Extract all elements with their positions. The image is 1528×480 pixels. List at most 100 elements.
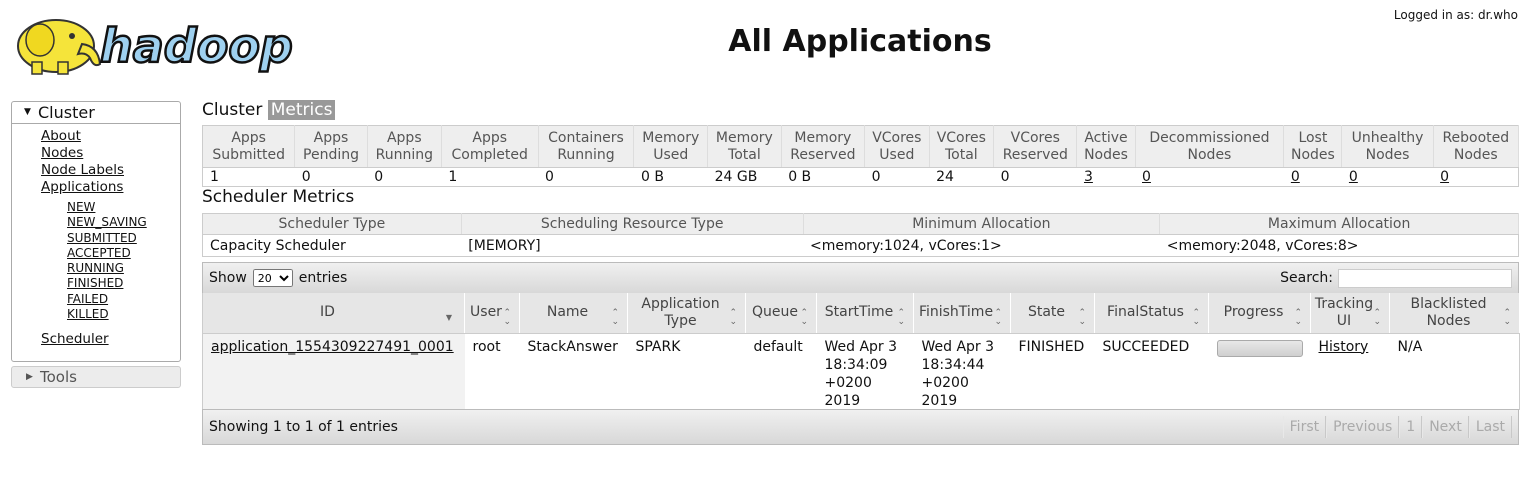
metric-header-decommissioned-nodes: Decommissioned Nodes	[1135, 125, 1285, 168]
metric-value-memory-total: 24 GB	[714, 169, 758, 185]
metric-link-rebooted-nodes[interactable]: 0	[1440, 169, 1449, 185]
metric-value-vcores-used: 0	[871, 169, 881, 185]
triangle-down-icon: ▼	[24, 107, 31, 117]
tools-accordion-header[interactable]: ▶ Tools	[11, 366, 181, 388]
column-header-id[interactable]: ID ▼	[202, 293, 465, 334]
pagination: First Previous 1 Next Last	[1282, 416, 1512, 438]
metric-value-decommissioned-nodes[interactable]: 0	[1135, 168, 1284, 187]
metric-header-vcores-used: VCores Used	[864, 125, 930, 168]
column-header-blacklisted-nodes[interactable]: Blacklisted Nodes ⌃ ⌄	[1389, 293, 1520, 334]
sort-desc-icon: ▼	[445, 313, 452, 322]
pager-last-button[interactable]: Last	[1468, 416, 1512, 438]
metric-value-rebooted-nodes[interactable]: 0	[1433, 168, 1518, 187]
metric-link-unhealthy-nodes[interactable]: 0	[1349, 169, 1358, 185]
metric-link-active-nodes[interactable]: 3	[1084, 169, 1093, 185]
metric-link-decommissioned-nodes[interactable]: 0	[1142, 169, 1151, 185]
nav-about-link[interactable]: About	[41, 128, 81, 144]
column-header-user[interactable]: User ⌃ ⌄	[464, 293, 520, 334]
column-header-queue[interactable]: Queue ⌃ ⌄	[745, 293, 817, 334]
metric-link-lost-nodes[interactable]: 0	[1291, 169, 1300, 185]
nav-nodes-link[interactable]: Nodes	[41, 145, 83, 161]
metric-value-lost-nodes[interactable]: 0	[1284, 168, 1342, 187]
metric-value-active-nodes[interactable]: 3	[1077, 168, 1135, 187]
sched-cell-max: <memory:2048, vCores:8>	[1166, 237, 1359, 254]
cell-final-status: SUCCEEDED	[1102, 338, 1190, 355]
metric-value-unhealthy-nodes[interactable]: 0	[1342, 168, 1433, 187]
cell-progress	[1209, 333, 1311, 410]
cell-application-type: SPARK	[635, 338, 681, 355]
column-header-progress[interactable]: Progress ⌃ ⌄	[1208, 293, 1311, 334]
search-input[interactable]	[1338, 268, 1512, 288]
sort-both-icon: ⌃ ⌄	[1192, 307, 1200, 327]
cluster-metrics-table: Apps Submitted Apps Pending Apps Running Apps C…	[202, 125, 1520, 187]
cluster-metrics-row: 1 0 0 1 0 0 B 24 GB 0 B 0 24 0 3 0 0 0 0	[203, 168, 1519, 187]
column-header-finalstatus[interactable]: FinalStatus ⌃ ⌄	[1094, 293, 1209, 334]
cell-finish-time: Wed Apr 3 18:34:44 +0200 2019	[921, 338, 995, 409]
sort-both-icon: ⌃ ⌄	[1503, 307, 1511, 327]
metric-value-apps-running: 0	[374, 169, 384, 185]
metric-value-apps-submitted: 1	[210, 169, 219, 185]
applications-table: ID ▼ User ⌃ ⌄ Name ⌃ ⌄ Application Type ⌃ ⌄ Queue ⌃ ⌄ S…	[202, 293, 1520, 410]
show-label: Show	[209, 270, 247, 286]
nav-state-accepted-link[interactable]: ACCEPTED	[67, 246, 131, 260]
elephant-icon	[17, 19, 102, 75]
column-header-starttime[interactable]: StartTime ⌃ ⌄	[816, 293, 914, 334]
sort-both-icon: ⌃ ⌄	[503, 307, 511, 327]
cluster-metrics-title-b: Metrics	[267, 100, 336, 120]
pager-page-1-button[interactable]: 1	[1399, 416, 1423, 438]
pager-next-button[interactable]: Next	[1422, 416, 1469, 438]
cluster-metrics-title-a: Cluster	[202, 100, 263, 120]
cluster-metrics-title: Cluster Metrics	[202, 100, 336, 120]
column-header-application-type[interactable]: Application Type ⌃ ⌄	[627, 293, 746, 334]
pager-previous-button[interactable]: Previous	[1326, 416, 1400, 438]
metric-value-apps-completed: 1	[448, 169, 458, 185]
tracking-history-link[interactable]: History	[1319, 339, 1369, 355]
column-header-finishtime[interactable]: FinishTime ⌃ ⌄	[913, 293, 1011, 334]
cluster-accordion-header[interactable]: ▼ Cluster	[12, 102, 180, 124]
cell-state: FINISHED	[1018, 338, 1085, 355]
datatable-footer: Showing 1 to 1 of 1 entries First Previo…	[202, 409, 1519, 445]
nav-node-labels-link[interactable]: Node Labels	[41, 162, 124, 178]
sort-both-icon: ⌃ ⌄	[1294, 307, 1302, 327]
nav-state-failed-link[interactable]: FAILED	[67, 292, 108, 306]
nav-state-running-link[interactable]: RUNNING	[67, 261, 124, 275]
nav-applications-link[interactable]: Applications	[41, 179, 123, 195]
nav-state-new-link[interactable]: NEW	[67, 200, 95, 214]
cluster-label: Cluster	[38, 103, 95, 122]
metric-value-memory-reserved: 0 B	[788, 169, 812, 185]
page-size-select[interactable]: 20	[252, 269, 293, 287]
scheduler-metrics-table: Scheduler Type Scheduling Resource Type …	[202, 213, 1519, 257]
sort-both-icon: ⌃ ⌄	[729, 307, 737, 327]
column-header-name[interactable]: Name ⌃ ⌄	[519, 293, 628, 334]
login-status: Logged in as: dr.who	[1393, 8, 1518, 22]
metric-header-vcores-reserved: VCores Reserved	[993, 125, 1078, 168]
metric-header-unhealthy-nodes: Unhealthy Nodes	[1341, 125, 1434, 168]
page-title: All Applications	[728, 24, 992, 59]
nav-scheduler-link[interactable]: Scheduler	[41, 331, 109, 347]
cell-id: application_1554309227491_0001	[202, 333, 465, 410]
metric-value-vcores-total: 24	[936, 169, 954, 185]
table-info: Showing 1 to 1 of 1 entries	[209, 419, 398, 435]
sched-header-type: Scheduler Type	[202, 213, 462, 235]
nav-state-submitted-link[interactable]: SUBMITTED	[67, 231, 137, 245]
column-header-state[interactable]: State ⌃ ⌄	[1010, 293, 1095, 334]
cell-tracking-ui: History	[1311, 333, 1390, 410]
sort-both-icon: ⌃ ⌄	[897, 307, 905, 327]
nav-state-finished-link[interactable]: FINISHED	[67, 276, 123, 290]
sched-cell-min: <memory:1024, vCores:1>	[810, 237, 1002, 254]
column-header-tracking-ui[interactable]: Tracking UI ⌃ ⌄	[1310, 293, 1390, 334]
metric-header-apps-submitted: Apps Submitted	[202, 125, 296, 168]
sort-both-icon: ⌃ ⌄	[611, 307, 619, 327]
nav-state-new-saving-link[interactable]: NEW_SAVING	[67, 215, 147, 229]
sort-both-icon: ⌃ ⌄	[994, 307, 1002, 327]
hadoop-wordmark: hadoop	[100, 19, 293, 73]
sort-both-icon: ⌃ ⌄	[800, 307, 808, 327]
nav-state-killed-link[interactable]: KILLED	[67, 307, 109, 321]
metric-value-memory-used: 0 B	[640, 169, 664, 185]
pager-first-button[interactable]: First	[1282, 416, 1327, 438]
sort-both-icon: ⌃ ⌄	[1078, 307, 1086, 327]
application-id-link[interactable]: application_1554309227491_0001	[211, 339, 454, 355]
metric-header-memory-total: Memory Total	[707, 125, 782, 168]
metric-header-memory-used: Memory Used	[633, 125, 709, 168]
metric-header-vcores-total: VCores Total	[929, 125, 995, 168]
